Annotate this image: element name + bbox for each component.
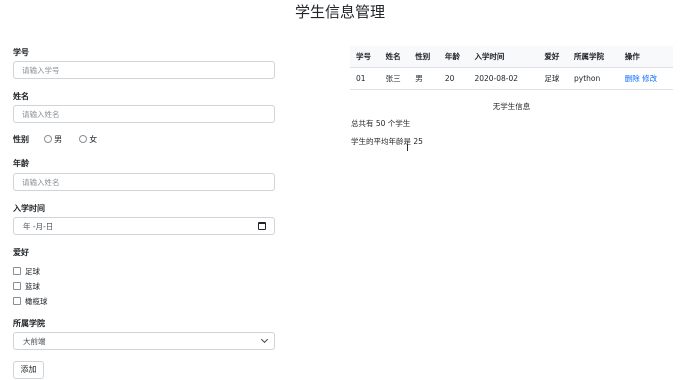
college-selected-value: 大前端 bbox=[23, 337, 46, 346]
gender-group: 性别 男 女 bbox=[13, 134, 97, 145]
total-students-text: 总共有 50 个学生 bbox=[351, 119, 411, 128]
cell-name: 张三 bbox=[379, 67, 410, 90]
gender-male-label: 男 bbox=[54, 135, 63, 144]
gender-female-label: 女 bbox=[89, 135, 98, 144]
name-input[interactable] bbox=[13, 105, 275, 123]
table-row: 01 张三 男 20 2020-08-02 足球 python 删除 修改 bbox=[350, 67, 673, 90]
age-label: 年龄 bbox=[13, 159, 29, 168]
chevron-down-icon bbox=[260, 335, 269, 344]
empty-message: 无学生信息 bbox=[492, 102, 531, 111]
cell-age: 20 bbox=[438, 67, 469, 90]
header-age: 年龄 bbox=[438, 46, 469, 68]
cell-enroll-time: 2020-08-02 bbox=[468, 67, 539, 90]
student-table: 学号 姓名 性别 年龄 入学时间 爱好 所属学院 操作 01 张三 男 20 2… bbox=[350, 46, 673, 90]
hobby-rugby-checkbox[interactable] bbox=[13, 297, 21, 305]
text-cursor-icon: I bbox=[406, 143, 409, 154]
cell-hobby: 足球 bbox=[538, 67, 568, 90]
hobby-basketball-checkbox[interactable] bbox=[13, 282, 21, 290]
college-label: 所属学院 bbox=[13, 319, 45, 328]
header-gender: 性别 bbox=[409, 46, 439, 68]
header-college: 所属学院 bbox=[568, 46, 619, 68]
cell-student-id: 01 bbox=[350, 67, 380, 90]
hobby-football-label: 足球 bbox=[25, 267, 40, 276]
age-input[interactable] bbox=[13, 173, 275, 191]
delete-link[interactable]: 删除 bbox=[625, 74, 640, 83]
cell-gender: 男 bbox=[409, 67, 439, 90]
hobbies-label: 爱好 bbox=[13, 248, 29, 257]
enroll-time-label: 入学时间 bbox=[13, 204, 45, 213]
header-hobby: 爱好 bbox=[538, 46, 568, 68]
hobby-rugby[interactable]: 橄榄球 bbox=[13, 297, 48, 307]
calendar-icon[interactable] bbox=[258, 222, 266, 230]
hobby-football[interactable]: 足球 bbox=[13, 267, 40, 277]
page-title: 学生信息管理 bbox=[294, 3, 385, 21]
table-header-row: 学号 姓名 性别 年龄 入学时间 爱好 所属学院 操作 bbox=[350, 46, 673, 68]
average-age-text: 学生的平均年龄是 25 bbox=[351, 137, 423, 146]
student-id-input[interactable] bbox=[13, 61, 275, 79]
add-button[interactable]: 添加 bbox=[13, 361, 44, 379]
header-student-id: 学号 bbox=[350, 46, 380, 68]
gender-female-radio[interactable] bbox=[79, 135, 88, 143]
header-actions: 操作 bbox=[618, 46, 673, 68]
gender-label: 性别 bbox=[13, 135, 29, 144]
gender-male-radio[interactable] bbox=[44, 135, 53, 143]
hobby-football-checkbox[interactable] bbox=[13, 267, 21, 275]
cell-actions: 删除 修改 bbox=[618, 67, 673, 90]
hobby-basketball[interactable]: 篮球 bbox=[13, 282, 40, 292]
college-select[interactable]: 大前端 bbox=[13, 332, 275, 350]
hobby-basketball-label: 篮球 bbox=[25, 282, 40, 291]
enroll-date-value: 年 -月-日 bbox=[23, 222, 54, 231]
cell-college: python bbox=[568, 67, 619, 90]
enroll-date-input[interactable]: 年 -月-日 bbox=[13, 217, 275, 235]
edit-link[interactable]: 修改 bbox=[642, 74, 657, 83]
student-id-label: 学号 bbox=[13, 48, 29, 57]
header-enroll-time: 入学时间 bbox=[468, 46, 539, 68]
hobby-rugby-label: 橄榄球 bbox=[25, 297, 48, 306]
name-label: 姓名 bbox=[13, 92, 29, 101]
header-name: 姓名 bbox=[379, 46, 410, 68]
